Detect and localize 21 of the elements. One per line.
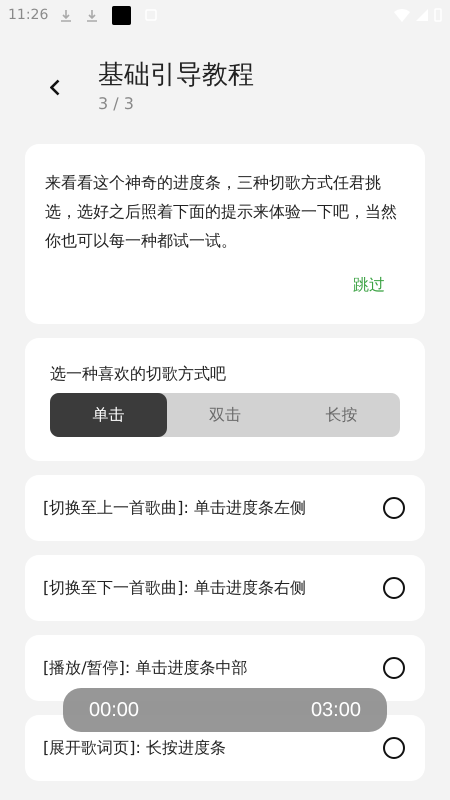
radio-button[interactable]: [383, 657, 405, 679]
radio-button[interactable]: [383, 497, 405, 519]
download-icon: [60, 8, 72, 22]
gesture-text: [切换至下一首歌曲]: 单击进度条右侧: [43, 578, 307, 598]
picker-label: 选一种喜欢的切歌方式吧: [50, 364, 227, 385]
segment-tab[interactable]: 单击: [50, 393, 167, 437]
square-icon: [112, 6, 132, 24]
gesture-text: [播放/暂停]: 单击进度条中部: [43, 658, 248, 678]
radio-button[interactable]: [383, 577, 405, 599]
intro-text: 来看看这个神奇的进度条，三种切歌方式任君挑选，选好之后照着下面的提示来体验一下吧，当然你也可以每一种都试一试。: [45, 172, 398, 252]
download-icon: [86, 8, 98, 22]
gesture-text: [展开歌词页]: 长按进度条: [43, 738, 227, 758]
radio-button[interactable]: [383, 737, 405, 759]
status-time: 11:26: [8, 7, 48, 23]
gesture-text: [切换至上一首歌曲]: 单击进度条左侧: [43, 498, 307, 518]
segment-tab[interactable]: 双击: [166, 393, 284, 437]
segment-tab[interactable]: 长按: [283, 393, 400, 437]
skip-button[interactable]: 跳过: [353, 275, 385, 296]
step-counter: 3 / 3: [98, 94, 135, 113]
back-icon: [50, 78, 60, 96]
page-title: 基础引导教程: [98, 59, 254, 92]
